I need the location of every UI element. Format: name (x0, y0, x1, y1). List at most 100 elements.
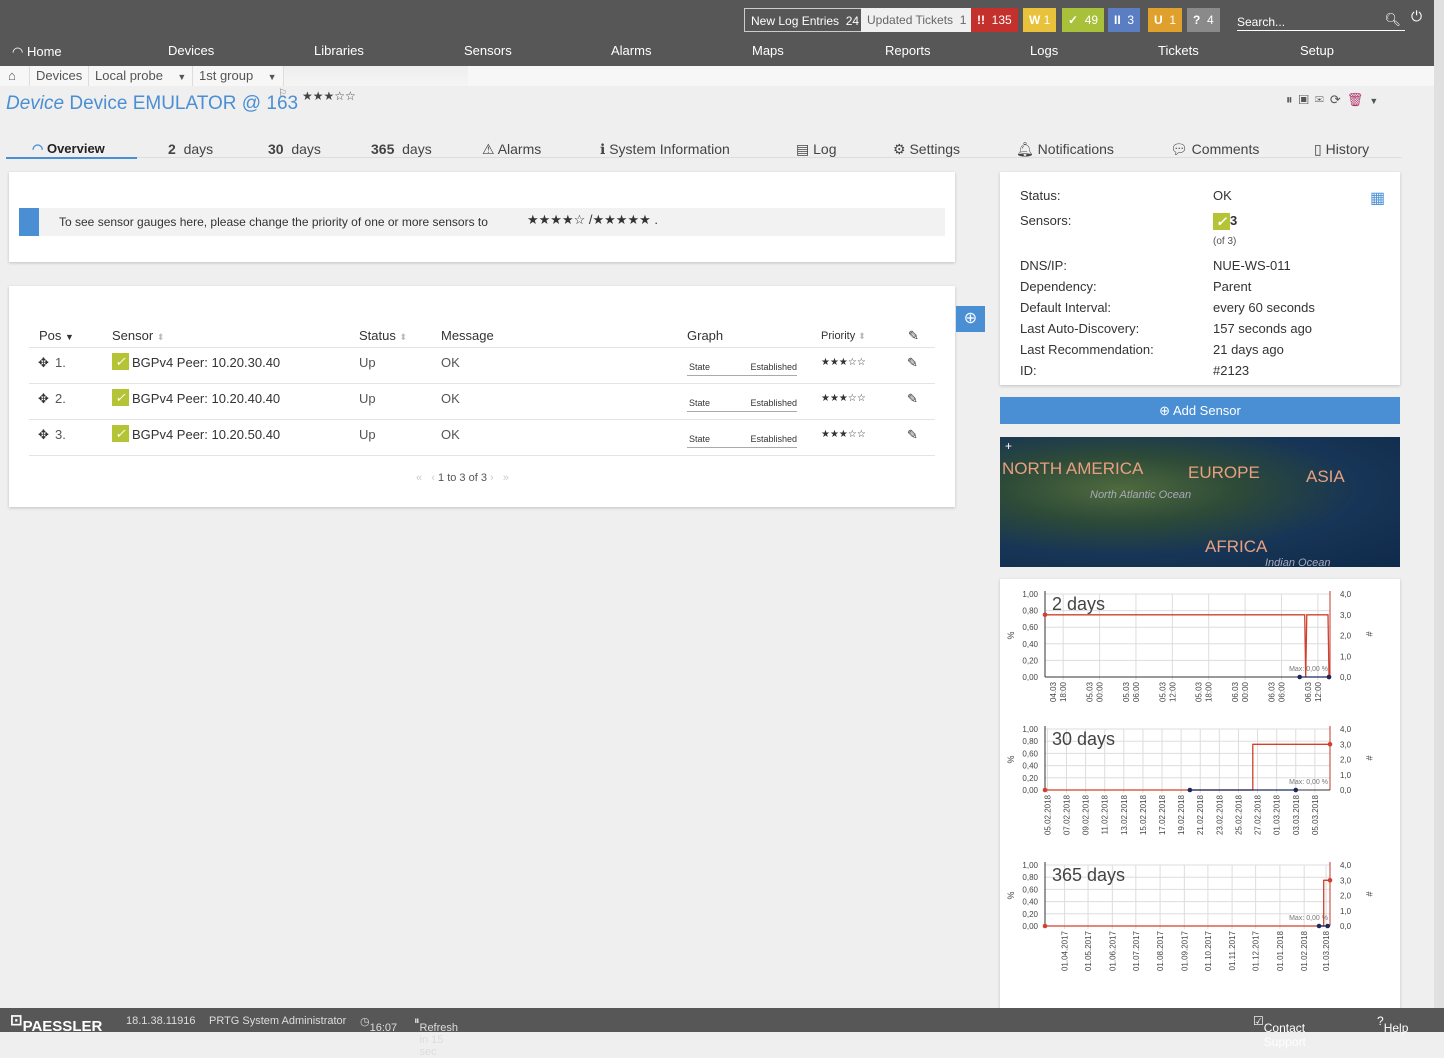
down-sensors-badge[interactable]: !! 135 (971, 8, 1018, 32)
x-tick-label: 03.03.2018 (1292, 794, 1301, 835)
nav-setup[interactable]: Setup (1300, 43, 1334, 58)
next-page-icon[interactable]: › (490, 472, 494, 484)
nav-devices[interactable]: Devices (168, 43, 214, 58)
tab-comments[interactable]: 💬︎ Comments (1170, 141, 1259, 158)
tab-settings[interactable]: ⚙ Settings (893, 141, 960, 158)
y2-tick-label: 0,0 (1340, 922, 1352, 931)
qr-code-icon[interactable]: ▦ (1370, 188, 1385, 208)
pause-icon[interactable]: ⏸ (1286, 92, 1299, 107)
table-row[interactable]: ✥ 3. ✓ BGPv4 Peer: 10.20.50.40 Up OK Sta… (29, 420, 935, 456)
mini-graph[interactable]: State Established (687, 357, 797, 376)
zoom-in-icon[interactable]: + (1005, 439, 1012, 453)
up-sensors-badge[interactable]: ✓ 49 (1062, 8, 1105, 32)
drag-handle-icon[interactable]: ✥ (38, 427, 49, 443)
tab-notifications[interactable]: 🔔︎ Notifications (1016, 141, 1114, 158)
col-label: Status (359, 328, 396, 343)
tab-2-days[interactable]: 2 days (168, 141, 213, 157)
y-tick-label: 1,00 (1022, 861, 1038, 870)
help-link[interactable]: ? Help (1377, 1014, 1408, 1035)
y-tick-label: 0,40 (1022, 640, 1038, 649)
unknown-sensors-badge[interactable]: ? 4 (1187, 8, 1220, 32)
badge-count: 135 (991, 13, 1012, 27)
priority-stars[interactable]: ★★★☆☆ (821, 429, 866, 440)
row-status: Up (359, 355, 376, 370)
breadcrumb-1st-group[interactable]: 1st group ▼ (192, 66, 283, 86)
user[interactable]: PRTG System Administrator (209, 1015, 346, 1027)
col-priority[interactable]: Priority ⬍ (821, 330, 866, 342)
drag-handle-icon[interactable]: ✥ (38, 355, 49, 371)
world-map[interactable]: NORTH AMERICA EUROPE ASIA AFRICA North A… (1000, 437, 1400, 567)
add-sensor-plus-button[interactable]: ⊕ (956, 306, 985, 332)
add-sensor-button[interactable]: ⊕ Add Sensor (1000, 397, 1400, 424)
edit-columns-icon[interactable]: ✎ (908, 328, 919, 344)
nav-alarms[interactable]: Alarms (611, 43, 651, 58)
tab-365-days[interactable]: 365 days (371, 141, 432, 157)
chevron-down-icon[interactable]: ▼ (177, 72, 186, 82)
device-type-label: Device (6, 93, 65, 114)
nav-libraries[interactable]: Libraries (314, 43, 364, 58)
info-value-text: Parent (1213, 279, 1252, 294)
prev-page-icon[interactable]: ‹ (431, 472, 435, 484)
tab-overview[interactable]: ◠ Overview (6, 141, 137, 159)
new-log-entries-badge[interactable]: New Log Entries 24 (744, 8, 867, 32)
paessler-logo[interactable]: ⊡ PAESSLER (10, 1011, 102, 1035)
chevron-down-icon[interactable]: ▼ (268, 72, 277, 82)
home-icon[interactable]: ⌂ (2, 66, 22, 86)
y2-tick-label: 2,0 (1340, 892, 1352, 901)
delete-icon[interactable]: 🗑︎ (1347, 92, 1370, 107)
warning-sensors-badge[interactable]: W 1 (1023, 8, 1057, 32)
top-bar: New Log Entries 24 Updated Tickets 1 !! … (0, 0, 1434, 66)
sensor-link[interactable]: BGPv4 Peer: 10.20.50.40 (132, 427, 280, 442)
info-icon: ℹ (600, 141, 606, 157)
nav-reports[interactable]: Reports (885, 43, 931, 58)
tab-30-days[interactable]: 30 days (268, 141, 321, 157)
paused-sensors-badge[interactable]: II 3 (1108, 8, 1141, 32)
nav-maps[interactable]: Maps (752, 43, 784, 58)
y2-tick-label: 0,0 (1340, 786, 1352, 795)
page-scrollbar[interactable] (1434, 0, 1444, 1008)
nav-logs[interactable]: Logs (1030, 43, 1058, 58)
col-sensor[interactable]: Sensor ⬍ (112, 328, 164, 343)
nav-home[interactable]: ◠ Home (12, 44, 62, 60)
edit-icon[interactable]: ✎ (907, 355, 918, 371)
priority-stars[interactable]: ★★★☆☆ (821, 393, 866, 404)
edit-icon[interactable]: ✎ (907, 391, 918, 407)
tab-log[interactable]: ▤ Log (796, 141, 836, 158)
x-tick-label: 23.02.2018 (1215, 794, 1224, 835)
updated-tickets-badge[interactable]: Updated Tickets 1 (861, 8, 973, 32)
drag-handle-icon[interactable]: ✥ (38, 391, 49, 407)
edit-icon[interactable]: ✎ (907, 427, 918, 443)
nav-sensors[interactable]: Sensors (464, 43, 512, 58)
search-icon[interactable]: 🔍︎ (1384, 12, 1401, 28)
nav-tickets[interactable]: Tickets (1158, 43, 1199, 58)
breadcrumb-local-probe[interactable]: Local probe ▼ (88, 66, 192, 86)
priority-stars[interactable]: ★★★☆☆ (302, 89, 356, 103)
contact-support-link[interactable]: ☑ Contact Support (1253, 1014, 1306, 1049)
email-icon[interactable]: ✉ (1315, 92, 1330, 107)
first-page-icon[interactable]: « (416, 472, 422, 484)
table-row[interactable]: ✥ 2. ✓ BGPv4 Peer: 10.20.40.40 Up OK Sta… (29, 384, 935, 420)
mini-graph[interactable]: State Established (687, 429, 797, 448)
unusual-sensors-badge[interactable]: U 1 (1148, 8, 1183, 32)
export-icon[interactable]: ▣ (1299, 92, 1315, 107)
series-point (1316, 923, 1322, 929)
priority-stars[interactable]: ★★★☆☆ (821, 357, 866, 368)
table-row[interactable]: ✥ 1. ✓ BGPv4 Peer: 10.20.30.40 Up OK Sta… (29, 348, 935, 384)
refresh-status[interactable]: ⏸ Refresh in 15 sec (414, 1015, 458, 1058)
col-status[interactable]: Status ⬍ (359, 328, 407, 343)
breadcrumb-devices[interactable]: Devices (29, 66, 88, 86)
search-input[interactable]: Search... 🔍︎ (1237, 12, 1405, 31)
tab-history[interactable]: ▯ History (1314, 141, 1369, 158)
tab-alarms[interactable]: ⚠ Alarms (482, 141, 541, 158)
chevron-down-icon[interactable]: ▼ (1369, 96, 1384, 106)
flag-icon[interactable]: ⚐ (278, 88, 287, 99)
last-page-icon[interactable]: » (503, 472, 509, 484)
x-tick-label: 01.02.2018 (1300, 930, 1309, 971)
tab-system-information[interactable]: ℹ System Information (600, 141, 730, 158)
mini-graph[interactable]: State Established (687, 393, 797, 412)
sensor-link[interactable]: BGPv4 Peer: 10.20.30.40 (132, 355, 280, 370)
col-pos[interactable]: Pos ▼ (39, 328, 74, 343)
refresh-icon[interactable]: ⟳ (1330, 92, 1347, 107)
logout-power-icon[interactable]: ⏻ (1411, 8, 1422, 25)
sensor-link[interactable]: BGPv4 Peer: 10.20.40.40 (132, 391, 280, 406)
